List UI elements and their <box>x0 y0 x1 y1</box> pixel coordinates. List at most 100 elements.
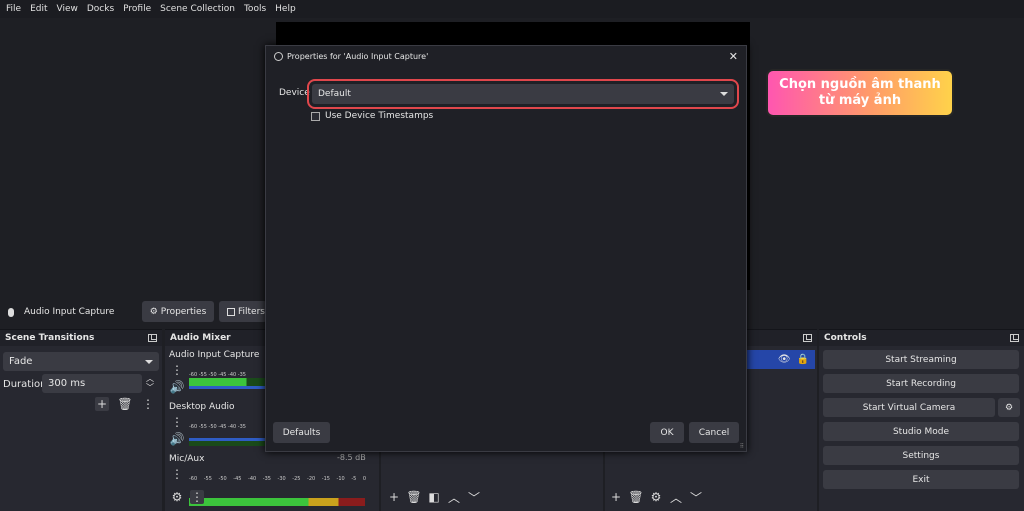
advanced-audio-gear-icon[interactable]: ⚙ <box>170 490 184 504</box>
timestamps-checkbox[interactable] <box>311 111 320 121</box>
panel-header: Scene Transitions <box>0 330 162 346</box>
duration-spinbox[interactable]: 300 ms <box>42 374 142 393</box>
trash-icon[interactable]: 🗑 <box>117 397 132 411</box>
transition-value: Fade <box>9 356 33 367</box>
volume-slider[interactable] <box>189 438 269 441</box>
device-label: Device <box>279 88 310 98</box>
add-icon[interactable]: + <box>95 397 109 411</box>
menu-help[interactable]: Help <box>275 4 296 14</box>
more-options-icon[interactable]: ⋮ <box>141 397 155 411</box>
add-icon[interactable]: + <box>387 490 401 504</box>
speaker-icon[interactable]: 🔊 <box>170 432 185 446</box>
panel-title: Scene Transitions <box>5 333 95 343</box>
lock-icon[interactable]: 🔒 <box>797 354 809 365</box>
kebab-icon[interactable]: ⋮ <box>170 415 184 429</box>
mixer-channel: Mic/Aux <box>169 453 204 464</box>
ok-button[interactable]: OK <box>650 422 684 443</box>
filters-icon <box>227 307 235 316</box>
virtual-camera-row: Start Virtual Camera ⚙ <box>819 398 1024 422</box>
virtual-camera-settings-icon[interactable]: ⚙ <box>998 398 1020 417</box>
gear-icon: ⚙ <box>149 306 158 317</box>
menu-tools[interactable]: Tools <box>244 4 266 14</box>
studio-mode-button[interactable]: Studio Mode <box>823 422 1019 441</box>
menu-docks[interactable]: Docks <box>87 4 114 14</box>
trash-icon[interactable]: 🗑 <box>628 490 643 504</box>
menu-scene-collection[interactable]: Scene Collection <box>160 4 235 14</box>
menu-bar: File Edit View Docks Profile Scene Colle… <box>0 0 1024 18</box>
resize-grip-icon[interactable]: ⠿ <box>740 443 744 450</box>
cancel-button[interactable]: Cancel <box>689 422 739 443</box>
undock-icon[interactable] <box>148 334 157 342</box>
sources-toolbar: + 🗑 ⚙ ︿ ﹀ <box>609 490 703 505</box>
meter-ticks: -60 -55 -50 -45 -40 -35 <box>189 372 246 378</box>
kebab-icon[interactable]: ⋮ <box>170 363 184 377</box>
panel-header: Controls <box>819 330 1024 346</box>
chevron-down-icon[interactable]: ﹀ <box>689 490 703 505</box>
undock-icon[interactable] <box>803 334 812 342</box>
filters-label: Filters <box>238 306 265 317</box>
meter-ticks: -60 -55 -50 -45 -40 -35 <box>189 424 246 430</box>
trash-icon[interactable]: 🗑 <box>406 490 421 504</box>
timestamps-option: Use Device Timestamps <box>311 111 433 121</box>
exit-button[interactable]: Exit <box>823 470 1019 489</box>
defaults-button[interactable]: Defaults <box>273 422 330 443</box>
chevron-up-icon[interactable]: ︿ <box>669 490 683 505</box>
chevron-down-icon <box>720 92 728 96</box>
menu-profile[interactable]: Profile <box>123 4 151 14</box>
menu-file[interactable]: File <box>6 4 21 14</box>
transition-select[interactable]: Fade <box>3 352 159 371</box>
mixer-toolbar: ⚙ ⋮ <box>170 490 204 504</box>
duration-value: 300 ms <box>48 378 86 389</box>
microphone-icon <box>8 307 14 317</box>
selected-source-row[interactable]: 👁 🔒 <box>745 350 815 369</box>
gear-icon[interactable]: ⚙ <box>649 490 663 504</box>
undock-icon[interactable] <box>1010 334 1019 342</box>
kebab-icon[interactable]: ⋮ <box>170 467 184 481</box>
panel-title: Audio Mixer <box>170 333 231 343</box>
spin-arrows-icon[interactable]: ︿ ﹀ <box>146 374 154 392</box>
channel-db: -8.5 dB <box>337 453 366 462</box>
chevron-up-icon[interactable]: ︿ <box>447 490 461 505</box>
channel-name: Mic/Aux <box>169 454 205 464</box>
dialog-title: Properties for 'Audio Input Capture' <box>287 51 429 61</box>
add-icon[interactable]: + <box>609 490 623 504</box>
channel-name: Audio Input Capture <box>169 350 260 360</box>
filter-icon[interactable]: ◧ <box>427 490 441 504</box>
annotation-callout: Chọn nguồn âm thanh từ máy ảnh <box>766 69 954 117</box>
properties-button[interactable]: ⚙ Properties <box>142 301 214 322</box>
menu-edit[interactable]: Edit <box>30 4 47 14</box>
start-virtual-camera-button[interactable]: Start Virtual Camera <box>823 398 995 417</box>
timestamps-label: Use Device Timestamps <box>325 111 434 121</box>
properties-label: Properties <box>160 306 207 317</box>
chevron-down-icon <box>145 359 153 364</box>
eye-icon[interactable]: 👁 <box>778 354 791 365</box>
mixer-channel: Desktop Audio <box>169 401 235 412</box>
settings-button[interactable]: Settings <box>823 446 1019 465</box>
controls-panel: Controls Start Streaming Start Recording… <box>819 329 1024 511</box>
close-icon[interactable]: ✕ <box>729 50 738 63</box>
properties-dialog: Properties for 'Audio Input Capture' ✕ D… <box>265 45 747 452</box>
mixer-channel: Audio Input Capture <box>169 349 259 360</box>
volume-meter <box>189 498 365 506</box>
panel-title: Controls <box>824 333 867 343</box>
start-recording-button[interactable]: Start Recording <box>823 374 1019 393</box>
obs-logo-icon <box>274 51 283 61</box>
meter-ticks: -60 -55 -50 -45 -40 -35 -30 -25 -20 -15 … <box>189 476 367 482</box>
menu-view[interactable]: View <box>57 4 78 14</box>
filters-button[interactable]: Filters <box>219 301 267 322</box>
scene-transitions-panel: Scene Transitions Fade Duration 300 ms ︿… <box>0 329 162 511</box>
annotation-text: Chọn nguồn âm thanh từ máy ảnh <box>779 77 941 108</box>
source-name: Audio Input Capture <box>24 307 115 317</box>
chevron-down-icon[interactable]: ﹀ <box>467 490 481 505</box>
more-options-icon[interactable]: ⋮ <box>190 490 204 504</box>
volume-meter <box>189 378 269 386</box>
speaker-icon[interactable]: 🔊 <box>170 380 185 394</box>
device-value: Default <box>318 89 351 99</box>
volume-slider[interactable] <box>189 386 269 389</box>
dialog-titlebar: Properties for 'Audio Input Capture' ✕ <box>266 46 746 66</box>
duration-label: Duration <box>3 379 47 390</box>
device-select[interactable]: Default <box>307 79 739 109</box>
scenes-toolbar: + 🗑 ◧ ︿ ﹀ <box>387 490 481 505</box>
start-streaming-button[interactable]: Start Streaming <box>823 350 1019 369</box>
channel-name: Desktop Audio <box>169 402 235 412</box>
